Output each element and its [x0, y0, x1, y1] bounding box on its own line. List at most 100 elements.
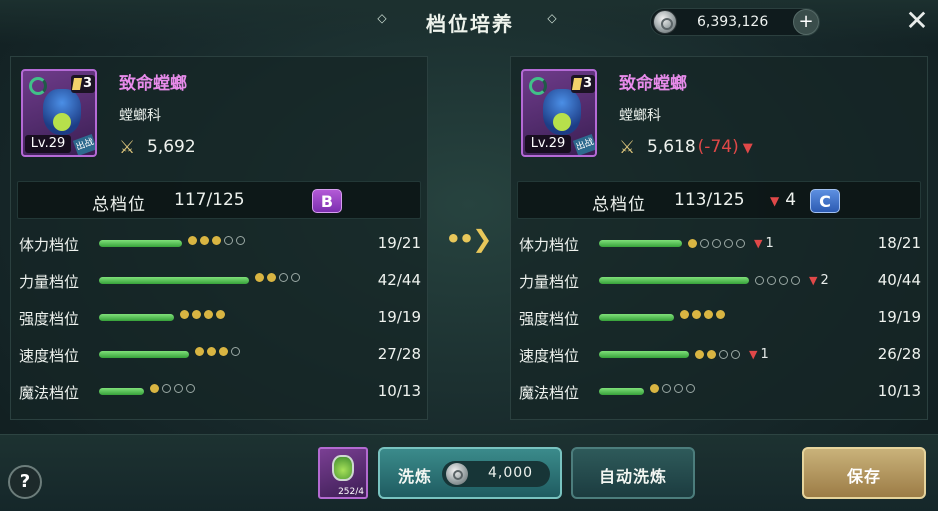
empty-dot-icon — [291, 273, 300, 282]
title-container: 档位培养 — [370, 6, 570, 38]
stat-dots — [650, 384, 695, 393]
help-button[interactable]: ? — [8, 465, 42, 499]
stat-dots: ▼ 1 — [688, 236, 774, 251]
stat-value: 18/21 — [877, 234, 921, 252]
filled-dot-icon — [707, 350, 716, 359]
total-grade-row: 总档位 113/125 ▼ 4 C — [517, 181, 921, 219]
filled-dot-icon — [207, 347, 216, 356]
filled-dot-icon — [195, 347, 204, 356]
refine-potion-slot[interactable]: 252/4 — [318, 447, 368, 499]
battle-tag: 出战 — [72, 134, 95, 155]
refine-cost: 4,000 — [442, 461, 550, 487]
potion-icon — [332, 455, 354, 481]
stat-dots — [188, 236, 245, 245]
decrease-chevron-icon: ▼ — [742, 141, 753, 156]
save-button[interactable]: 保存 — [802, 447, 926, 499]
filled-dot-icon — [180, 310, 189, 319]
mantis-portrait — [543, 89, 581, 135]
stat-progress-bar — [599, 314, 674, 321]
pet-family: 螳螂科 — [619, 108, 661, 124]
stat-label: 魔法档位 — [519, 384, 580, 402]
empty-dot-icon — [700, 239, 709, 248]
stat-label: 速度档位 — [519, 347, 580, 365]
combat-power: 5,618 (-74) ▼ — [647, 137, 753, 157]
decrease-chevron-icon: ▼ — [749, 348, 758, 361]
stat-row: 速度档位 ▼ 1 26/28 — [519, 342, 923, 368]
pet-name: 致命螳螂 — [619, 74, 687, 94]
stat-label: 魔法档位 — [19, 384, 80, 402]
stat-label: 速度档位 — [19, 347, 80, 365]
empty-dot-icon — [186, 384, 195, 393]
empty-dot-icon — [731, 350, 740, 359]
empty-dot-icon — [719, 350, 728, 359]
filled-dot-icon — [716, 310, 725, 319]
currency-value: 6,393,126 — [697, 14, 769, 30]
power-diff: (-74) — [697, 137, 739, 157]
stat-row: 魔法档位 10/13 — [519, 379, 923, 405]
empty-dot-icon — [779, 276, 788, 285]
refine-label: 洗炼 — [398, 467, 433, 486]
filled-dot-icon — [216, 310, 225, 319]
total-grade-label: 总档位 — [592, 195, 646, 215]
empty-dot-icon — [791, 276, 800, 285]
total-grade-value: 113/125 — [674, 190, 745, 210]
empty-dot-icon — [662, 384, 671, 393]
empty-dot-icon — [755, 276, 764, 285]
pet-avatar[interactable]: 3 Lv.29 出战 — [21, 69, 97, 157]
stat-label: 强度档位 — [19, 310, 80, 328]
empty-dot-icon — [174, 384, 183, 393]
stat-value: 10/13 — [377, 382, 421, 400]
crossed-swords-icon: ⚔ — [619, 137, 636, 158]
pet-avatar[interactable]: 3 Lv.29 出战 — [521, 69, 597, 157]
element-ring-icon — [29, 77, 47, 95]
empty-dot-icon — [162, 384, 171, 393]
stat-progress-bar — [99, 277, 249, 284]
stat-drop: ▼ 2 — [809, 273, 829, 288]
title-ornament-right-icon: ◇ — [547, 11, 557, 25]
stat-row: 力量档位 42/44 — [19, 268, 423, 294]
stat-value: 10/13 — [877, 382, 921, 400]
stat-progress-bar — [599, 277, 749, 284]
filled-dot-icon — [200, 236, 209, 245]
close-button[interactable]: ✕ — [902, 6, 932, 36]
stat-drop-value: 1 — [765, 236, 774, 251]
stat-row: 体力档位 19/21 — [19, 231, 423, 257]
decrease-chevron-icon: ▼ — [809, 274, 818, 287]
decrease-chevron-icon: ▼ — [770, 194, 780, 208]
crossed-swords-icon: ⚔ — [119, 137, 136, 158]
add-currency-button[interactable]: + — [793, 9, 819, 35]
power-value: 5,618 — [647, 137, 696, 157]
empty-dot-icon — [279, 273, 288, 282]
empty-dot-icon — [712, 239, 721, 248]
level-badge: Lv.29 — [525, 135, 571, 153]
stat-label: 力量档位 — [19, 273, 80, 291]
stat-dots: ▼ 1 — [695, 347, 769, 362]
stat-drop-value: 2 — [820, 273, 829, 288]
stat-progress-bar — [99, 314, 174, 321]
stat-row: 体力档位 ▼ 1 18/21 — [519, 231, 923, 257]
filled-dot-icon — [219, 347, 228, 356]
battle-tag: 出战 — [572, 134, 595, 155]
refine-button[interactable]: 洗炼 4,000 — [378, 447, 562, 499]
stat-label: 体力档位 — [519, 236, 580, 254]
empty-dot-icon — [736, 239, 745, 248]
filled-dot-icon — [704, 310, 713, 319]
power-value: 5,692 — [147, 137, 196, 157]
filled-dot-icon — [267, 273, 276, 282]
filled-dot-icon — [212, 236, 221, 245]
stat-value: 19/19 — [377, 308, 421, 326]
current-grade-panel: 3 Lv.29 出战 致命螳螂 螳螂科 ⚔ 5,692 总档位 117/125 … — [10, 56, 428, 420]
total-grade-row: 总档位 117/125 B — [17, 181, 421, 219]
stat-drop: ▼ 1 — [754, 236, 774, 251]
stat-progress-bar — [99, 240, 182, 247]
element-ring-icon — [529, 77, 547, 95]
stat-drop-value: 1 — [760, 347, 769, 362]
stat-drop: ▼ 1 — [749, 347, 769, 362]
total-grade-label: 总档位 — [92, 195, 146, 215]
grade-badge: B — [312, 189, 342, 213]
filled-dot-icon — [188, 236, 197, 245]
stat-value: 19/21 — [377, 234, 421, 252]
empty-dot-icon — [236, 236, 245, 245]
auto-refine-button[interactable]: 自动洗炼 — [571, 447, 695, 499]
filled-dot-icon — [192, 310, 201, 319]
